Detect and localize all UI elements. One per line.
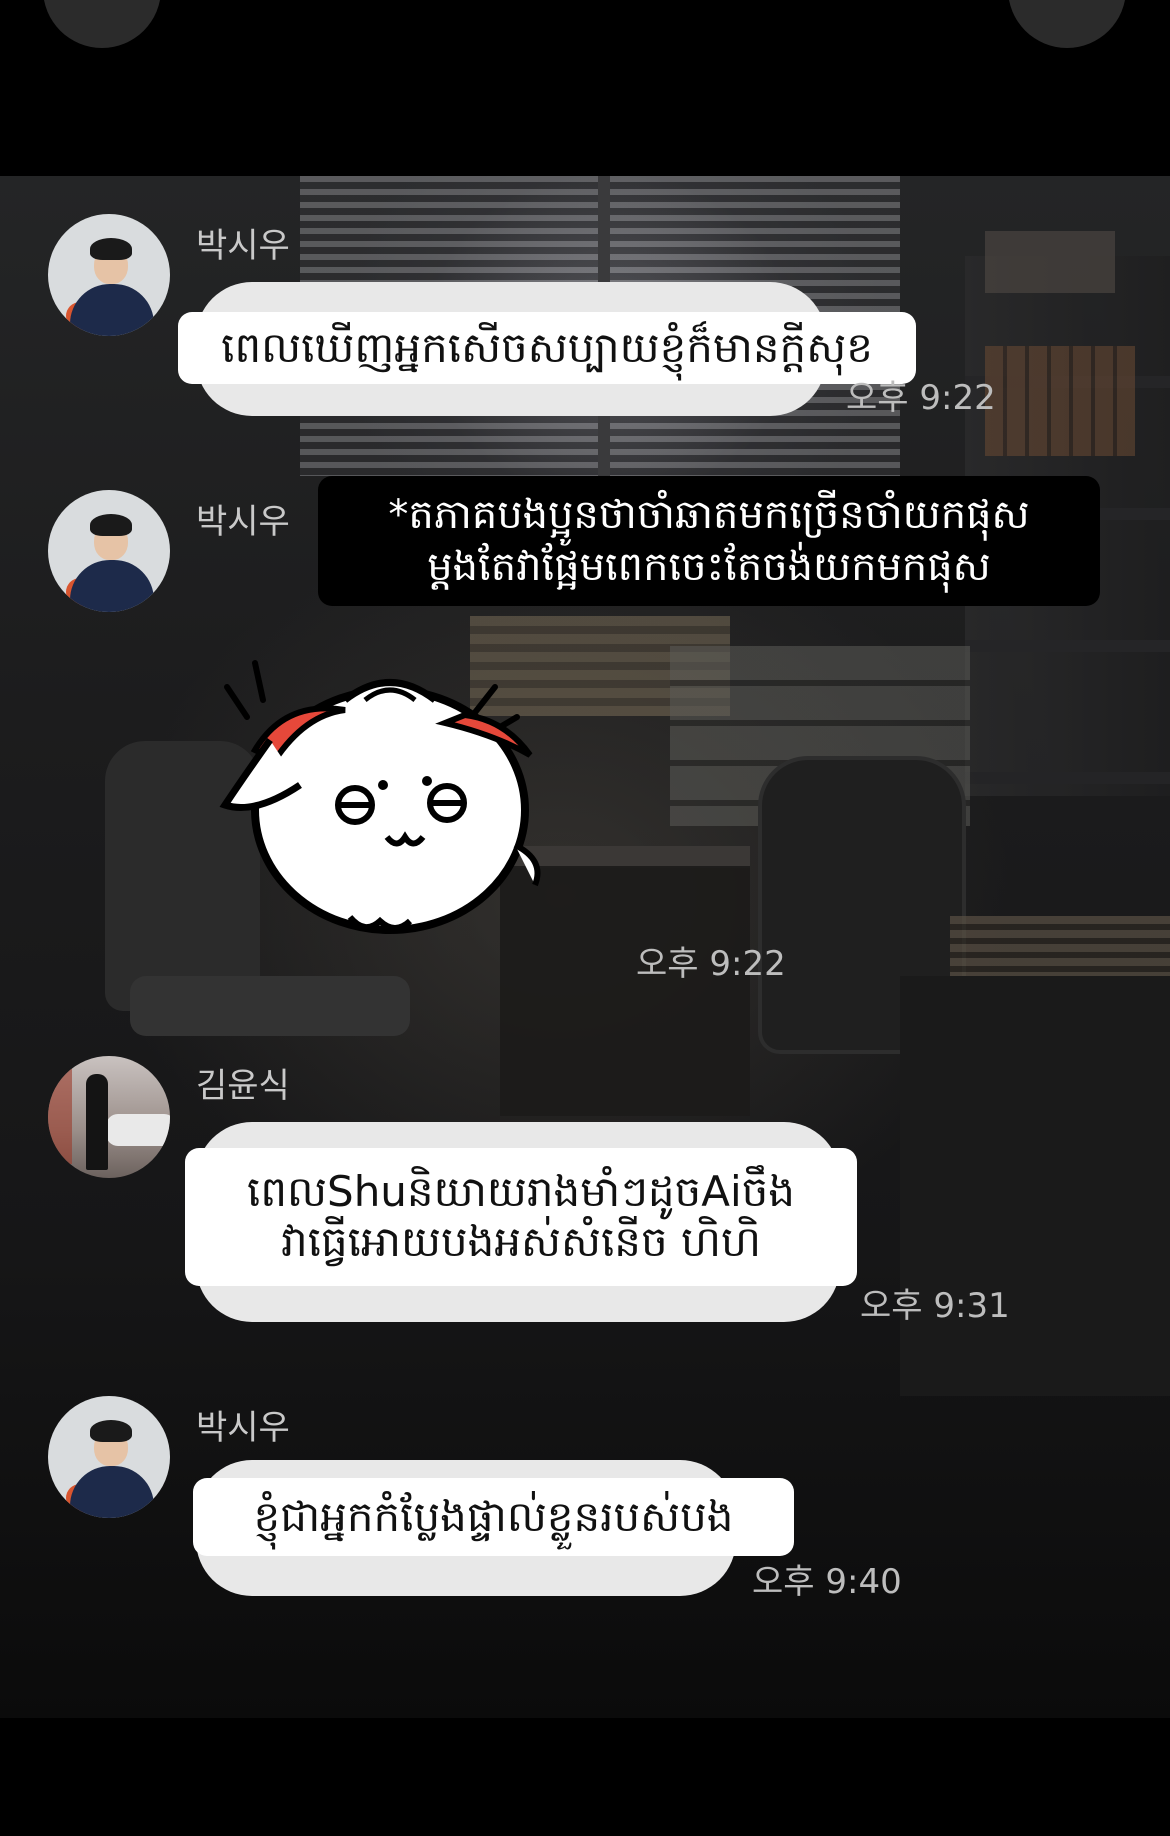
avatar[interactable]: [48, 214, 170, 336]
chevron-left-icon: [92, 0, 112, 6]
message-bubble[interactable]: ពេលShuនិយាយរាងមាំៗដូចAiចឹង វាធ្វើអោយបងអស…: [185, 1148, 857, 1286]
sender-name: 박시우: [196, 502, 290, 542]
sender-name: 박시우: [196, 226, 290, 266]
sender-name: 김윤식: [196, 1066, 290, 1106]
avatar[interactable]: [48, 490, 170, 612]
sender-name: 박시우: [196, 1408, 290, 1448]
avatar[interactable]: [48, 1396, 170, 1518]
back-button[interactable]: [43, 0, 161, 48]
message-bubble[interactable]: ខ្ញុំជាអ្នកកំប្លែងផ្ទាល់ខ្លួនរបស់បង: [193, 1478, 794, 1556]
message-bubble[interactable]: ពេលឃើញអ្នកសើចសប្បាយខ្ញុំក៏មានក្ដីសុខ: [178, 312, 916, 384]
message-time: 오후 9:40: [752, 1562, 902, 1602]
menu-button[interactable]: [1008, 0, 1126, 48]
top-bar: [0, 0, 1170, 176]
message-time: 오후 9:31: [860, 1286, 1010, 1326]
saluting-dumpling-sticker[interactable]: [215, 645, 565, 935]
avatar[interactable]: [48, 1056, 170, 1178]
message-time: 오후 9:22: [846, 378, 996, 418]
bottom-bar: [0, 1718, 1170, 1836]
caption-text: *តភាគបងប្អូនថាចាំឆាតមកច្រើនចាំយកផុស ម្ដង…: [318, 476, 1100, 606]
message-time: 오후 9:22: [636, 944, 786, 984]
